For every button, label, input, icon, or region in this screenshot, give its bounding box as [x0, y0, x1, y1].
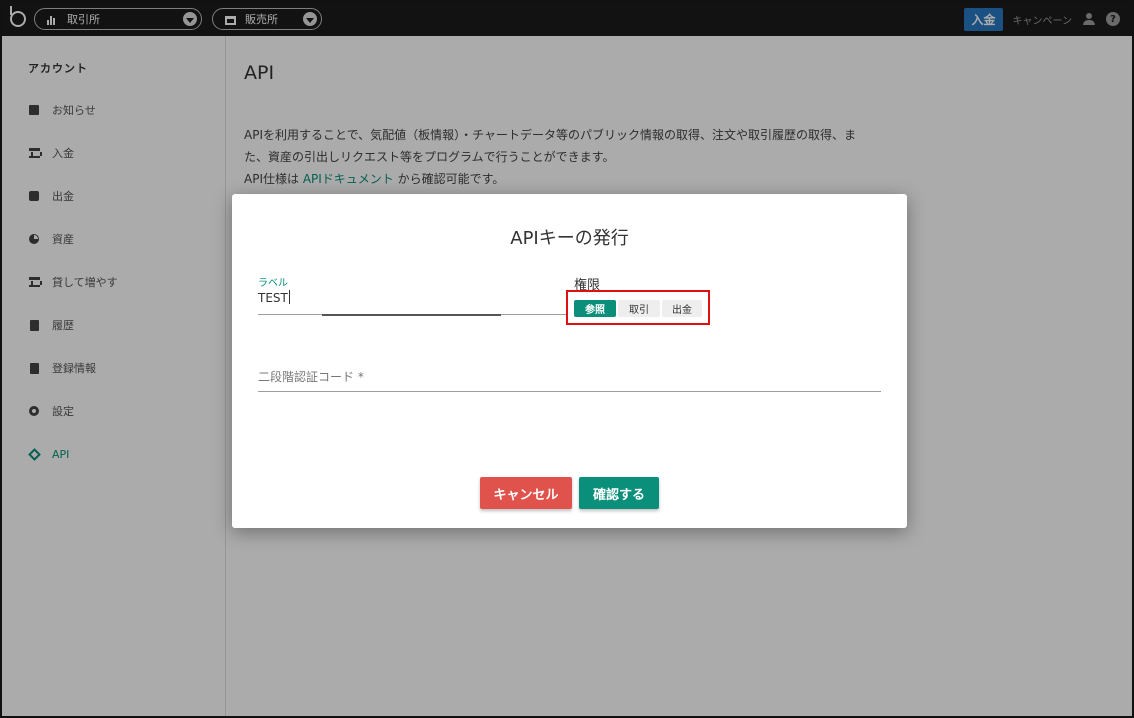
dialog-title: APIキーの発行 [510, 228, 629, 249]
api-key-dialog: APIキーの発行 ラベル TEST 権限 参照 取引 出金 二段階認証コード *… [232, 194, 907, 528]
label-field-input[interactable]: TEST [258, 290, 290, 305]
text-cursor [288, 290, 290, 304]
app-window: 取引所 販売所 入金 キャンペーン ? アカウント お知らせ 入金 出金 資産 … [0, 0, 1134, 718]
permission-withdraw-toggle[interactable]: 出金 [662, 300, 702, 317]
twofa-code-field[interactable]: 二段階認証コード * [258, 368, 364, 385]
confirm-button[interactable]: 確認する [579, 477, 659, 509]
label-field-label: ラベル [258, 278, 288, 289]
permission-view-toggle[interactable]: 参照 [574, 300, 616, 317]
label-field-focus-line [322, 314, 501, 316]
label-field-value: TEST [258, 291, 288, 305]
permission-toggle-group: 参照 取引 出金 [566, 290, 710, 325]
permission-trade-toggle[interactable]: 取引 [618, 300, 660, 317]
cancel-button[interactable]: キャンセル [480, 477, 572, 509]
twofa-code-underline [258, 391, 881, 392]
